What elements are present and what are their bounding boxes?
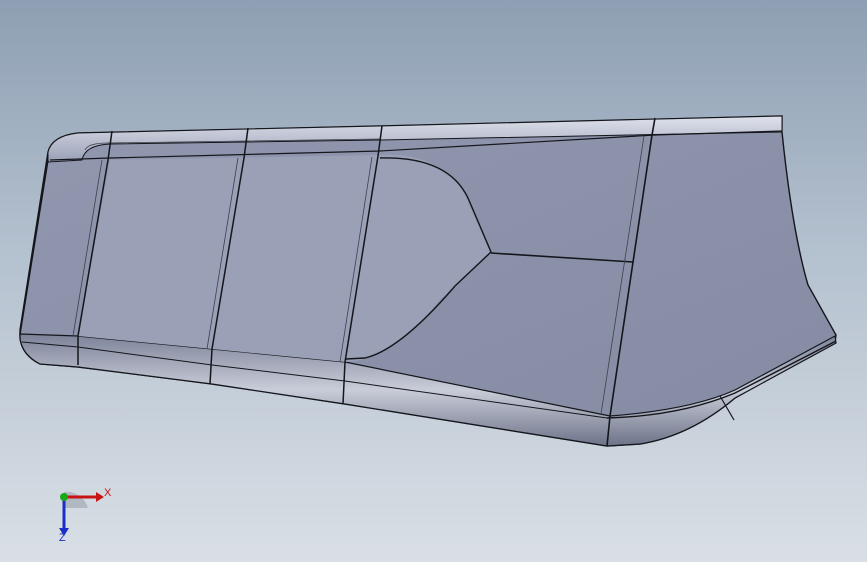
z-axis-label: Z (59, 532, 66, 544)
graphics-viewport[interactable]: X Z (0, 0, 867, 562)
triad-graphic (59, 491, 104, 536)
3d-part-model[interactable] (0, 0, 867, 562)
y-axis-point (60, 493, 68, 501)
x-axis-label: X (104, 487, 112, 499)
reference-triad[interactable]: X Z (44, 478, 124, 548)
